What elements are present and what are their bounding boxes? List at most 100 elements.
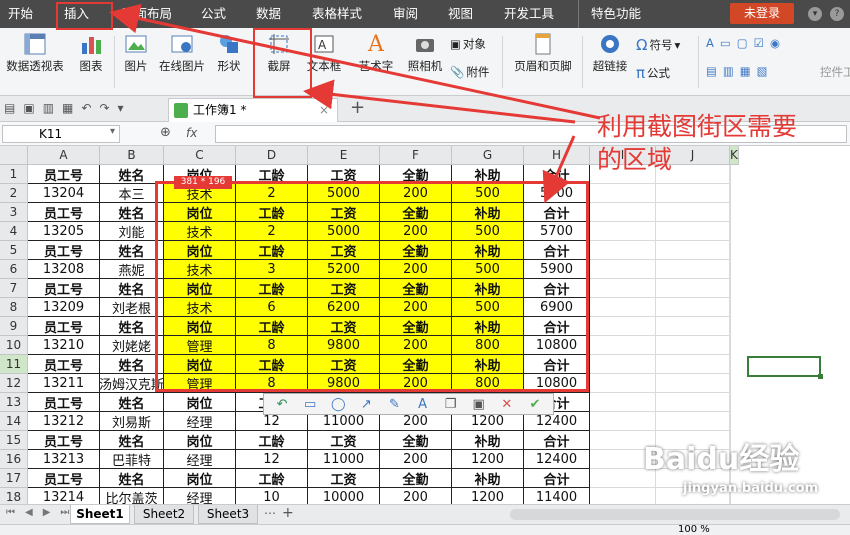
cell-c14[interactable]: 经理 xyxy=(164,412,236,431)
cell-j10[interactable] xyxy=(656,336,730,355)
cell-k11[interactable] xyxy=(730,355,731,374)
cell-e8[interactable]: 6200 xyxy=(308,298,380,317)
cell-h16[interactable]: 12400 xyxy=(524,450,590,469)
object-button[interactable]: ▣ 对象 xyxy=(450,36,486,52)
cell-j5[interactable] xyxy=(656,241,730,260)
chart-button[interactable]: 图表 xyxy=(76,32,106,73)
cell-g3[interactable]: 补助 xyxy=(452,203,524,222)
cell-h9[interactable]: 合计 xyxy=(524,317,590,336)
cell-e3[interactable]: 工资 xyxy=(308,203,380,222)
redo-icon[interactable]: ↷ xyxy=(99,101,109,115)
cell-d1[interactable]: 工龄 xyxy=(236,165,308,184)
row-header-6[interactable]: 6 xyxy=(0,260,28,279)
cell-k6[interactable] xyxy=(730,260,731,279)
sheet-tab-3[interactable]: Sheet3 xyxy=(198,505,258,524)
wordart-button[interactable]: A 艺术字 xyxy=(358,32,394,74)
column-header-c[interactable]: C xyxy=(164,146,236,165)
menu-view[interactable]: 视图 xyxy=(448,0,473,28)
add-sheet-icon[interactable]: + xyxy=(282,505,294,521)
cell-g16[interactable]: 1200 xyxy=(452,450,524,469)
cell-j3[interactable] xyxy=(656,203,730,222)
row-header-16[interactable]: 16 xyxy=(0,450,28,469)
active-cell-k11[interactable] xyxy=(747,356,823,379)
next-sheet-icon[interactable]: ▶ xyxy=(43,507,51,518)
textfield-control-icon[interactable]: ▭ xyxy=(720,36,731,50)
cell-c4[interactable]: 技术 xyxy=(164,222,236,241)
cell-i16[interactable] xyxy=(590,450,656,469)
cell-a10[interactable]: 13210 xyxy=(28,336,100,355)
column-header-b[interactable]: B xyxy=(100,146,164,165)
cell-k5[interactable] xyxy=(730,241,731,260)
cell-b18[interactable]: 比尔盖茨 xyxy=(100,488,164,504)
cell-b15[interactable]: 姓名 xyxy=(100,431,164,450)
cell-e15[interactable]: 工资 xyxy=(308,431,380,450)
cell-f12[interactable]: 200 xyxy=(380,374,452,393)
last-sheet-icon[interactable]: ⏭ xyxy=(60,507,69,518)
cell-a3[interactable]: 员工号 xyxy=(28,203,100,222)
pen-tool-icon[interactable]: ✎ xyxy=(384,397,404,412)
column-header-i[interactable]: I xyxy=(590,146,656,165)
cell-b1[interactable]: 姓名 xyxy=(100,165,164,184)
combobox-control-icon[interactable]: ▥ xyxy=(723,64,734,78)
cell-e16[interactable]: 11000 xyxy=(308,450,380,469)
shapes-button[interactable]: 形状 xyxy=(214,32,244,73)
cell-e2[interactable]: 5000 xyxy=(308,184,380,203)
button-control-icon[interactable]: ▢ xyxy=(737,36,748,50)
spreadsheet-grid[interactable]: ABCDEFGHIJK 1 员工号 姓名 岗位 工龄 工资 全勤 补助 合计 2 13204 本三 技术… xyxy=(0,146,850,504)
cell-h3[interactable]: 合计 xyxy=(524,203,590,222)
name-box[interactable]: K11 xyxy=(2,125,120,143)
cell-k17[interactable] xyxy=(730,469,731,488)
row-header-4[interactable]: 4 xyxy=(0,222,28,241)
listbox-control-icon[interactable]: ▤ xyxy=(706,64,717,78)
cell-i10[interactable] xyxy=(590,336,656,355)
cell-j1[interactable] xyxy=(656,165,730,184)
cell-j16[interactable] xyxy=(656,450,730,469)
cell-k12[interactable] xyxy=(730,374,731,393)
cell-i17[interactable] xyxy=(590,469,656,488)
cell-i2[interactable] xyxy=(590,184,656,203)
chevron-down-icon[interactable]: ▾ xyxy=(110,126,115,137)
cell-i18[interactable] xyxy=(590,488,656,504)
cell-c13[interactable]: 岗位 xyxy=(164,393,236,412)
cell-k1[interactable] xyxy=(730,165,731,184)
cell-a11[interactable]: 员工号 xyxy=(28,355,100,374)
cell-f18[interactable]: 200 xyxy=(380,488,452,504)
menu-start[interactable]: 开始 xyxy=(8,0,33,28)
cell-a7[interactable]: 员工号 xyxy=(28,279,100,298)
cell-a12[interactable]: 13211 xyxy=(28,374,100,393)
cell-k10[interactable] xyxy=(730,336,731,355)
cell-j12[interactable] xyxy=(656,374,730,393)
cell-g12[interactable]: 800 xyxy=(452,374,524,393)
cell-b17[interactable]: 姓名 xyxy=(100,469,164,488)
sheet-tab-1[interactable]: Sheet1 xyxy=(70,505,130,524)
cell-a15[interactable]: 员工号 xyxy=(28,431,100,450)
row-header-12[interactable]: 12 xyxy=(0,374,28,393)
cell-g9[interactable]: 补助 xyxy=(452,317,524,336)
print-preview-icon[interactable]: ▥ xyxy=(43,101,54,115)
cell-f8[interactable]: 200 xyxy=(380,298,452,317)
cell-f2[interactable]: 200 xyxy=(380,184,452,203)
cell-d11[interactable]: 工龄 xyxy=(236,355,308,374)
cell-c2[interactable]: 技术 xyxy=(164,184,236,203)
sheet-menu-icon[interactable]: ⋯ xyxy=(264,506,276,520)
print-icon[interactable]: ▦ xyxy=(62,101,73,115)
cell-i6[interactable] xyxy=(590,260,656,279)
controls-toolbox-button[interactable]: 控件工 xyxy=(820,64,850,80)
cell-e5[interactable]: 工资 xyxy=(308,241,380,260)
cell-c1[interactable]: 岗位 xyxy=(164,165,236,184)
label-control-icon[interactable]: A xyxy=(706,36,714,50)
cell-k4[interactable] xyxy=(730,222,731,241)
cell-i4[interactable] xyxy=(590,222,656,241)
cell-i15[interactable] xyxy=(590,431,656,450)
radio-control-icon[interactable]: ◉ xyxy=(770,36,780,50)
cell-k13[interactable] xyxy=(730,393,731,412)
cell-e12[interactable]: 9800 xyxy=(308,374,380,393)
menu-data[interactable]: 数据 xyxy=(256,0,281,28)
cell-f3[interactable]: 全勤 xyxy=(380,203,452,222)
cell-c17[interactable]: 岗位 xyxy=(164,469,236,488)
textbox-button[interactable]: A 文本框 xyxy=(303,32,345,73)
cell-d3[interactable]: 工龄 xyxy=(236,203,308,222)
first-sheet-icon[interactable]: ⏮ xyxy=(6,507,15,518)
cell-b3[interactable]: 姓名 xyxy=(100,203,164,222)
menu-insert[interactable]: 插入 xyxy=(64,0,89,28)
